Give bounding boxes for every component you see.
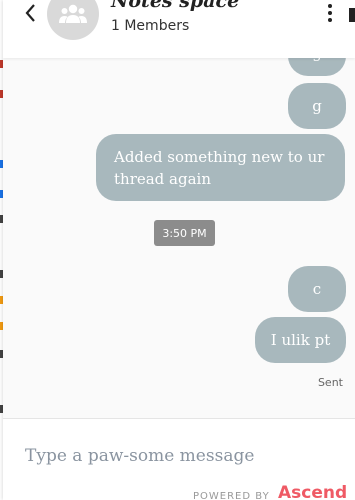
chevron-left-icon xyxy=(25,4,35,22)
powered-by-label: POWERED BY xyxy=(193,491,270,500)
timestamp-badge: 3:50 PM xyxy=(154,220,215,246)
group-avatar[interactable] xyxy=(47,0,99,40)
group-icon xyxy=(59,4,87,23)
message-bubble[interactable]: I ulik pt xyxy=(255,317,346,363)
message-input[interactable] xyxy=(25,441,335,471)
chat-window: g g Added something new to ur thread aga… xyxy=(3,0,355,500)
brand-logo: Ascend xyxy=(278,483,348,500)
back-button[interactable] xyxy=(21,3,41,23)
message-list[interactable]: g g Added something new to ur thread aga… xyxy=(3,0,355,418)
message-bubble[interactable]: g xyxy=(288,83,346,129)
scrollbar-thumb[interactable] xyxy=(349,8,355,22)
member-count: 1 Members xyxy=(111,18,190,34)
more-options-button[interactable] xyxy=(325,4,335,22)
chat-title[interactable]: Notes space xyxy=(111,0,239,12)
message-bubble[interactable]: Added something new to ur thread again xyxy=(96,134,345,201)
message-composer: POWERED BY Ascend xyxy=(3,418,355,500)
more-vertical-icon xyxy=(325,4,335,22)
chat-header: Notes space 1 Members xyxy=(3,0,355,58)
sent-status: Sent xyxy=(317,376,343,389)
message-bubble[interactable]: c xyxy=(288,266,346,312)
